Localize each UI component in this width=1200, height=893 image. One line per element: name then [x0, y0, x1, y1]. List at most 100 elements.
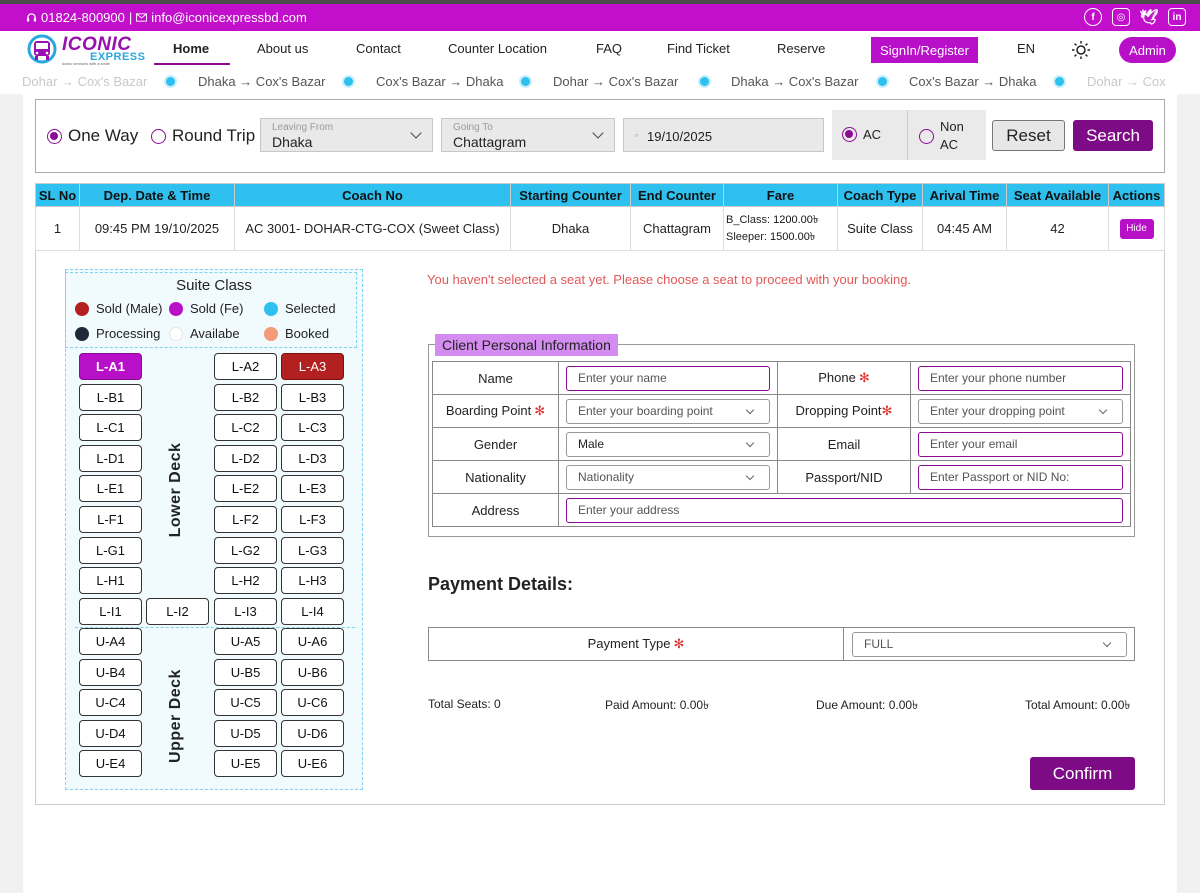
seat-button[interactable]: L-B3: [281, 383, 344, 411]
seat-button[interactable]: U-A6: [281, 628, 344, 655]
ticker-route[interactable]: Dhaka → Cox's Bazar: [198, 74, 325, 89]
signin-register-button[interactable]: SignIn/Register: [871, 37, 978, 63]
seat-button[interactable]: L-I3: [214, 597, 277, 625]
dropping-point-select[interactable]: Enter your dropping point: [918, 398, 1123, 424]
gender-select[interactable]: Male: [566, 431, 770, 457]
seat-button[interactable]: L-A3: [281, 353, 344, 380]
nationality-cell: Nationality: [558, 460, 778, 494]
one-way-radio[interactable]: One Way: [47, 126, 138, 146]
reset-button[interactable]: Reset: [992, 120, 1065, 151]
seat-button[interactable]: L-G2: [214, 536, 277, 564]
phone-contact[interactable]: 01824-800900: [26, 10, 125, 25]
seat-button[interactable]: L-F3: [281, 506, 344, 533]
name-cell: Enter your name: [558, 361, 778, 395]
seat-button[interactable]: U-E6: [281, 750, 344, 778]
ticker-route[interactable]: Cox's Bazar → Dhaka: [909, 74, 1036, 89]
nav-faq[interactable]: FAQ: [596, 41, 622, 56]
name-input[interactable]: Enter your name: [566, 365, 770, 391]
seat-button[interactable]: L-G3: [281, 536, 344, 564]
seat-button[interactable]: L-D2: [214, 444, 277, 472]
nav-home[interactable]: Home: [173, 41, 209, 56]
seat-button[interactable]: L-I4: [281, 597, 344, 625]
nav-reserve[interactable]: Reserve: [777, 41, 825, 56]
nav-find-ticket[interactable]: Find Ticket: [667, 41, 730, 56]
language-selector[interactable]: EN: [1017, 41, 1035, 56]
seat-button[interactable]: U-A4: [79, 628, 142, 655]
seat-button[interactable]: U-D5: [214, 719, 277, 747]
seat-button[interactable]: L-C2: [214, 414, 277, 442]
boarding-point-select[interactable]: Enter your boarding point: [566, 398, 770, 424]
ac-radio[interactable]: AC: [842, 127, 881, 142]
ticker-dot-icon: [344, 77, 353, 86]
seat-button[interactable]: L-E3: [281, 475, 344, 503]
ticker-route[interactable]: Dohar → Cox's Bazar: [553, 74, 678, 89]
linkedin-icon[interactable]: in: [1168, 8, 1186, 26]
seat-button[interactable]: U-A5: [214, 628, 277, 655]
seat-button[interactable]: L-C1: [79, 414, 142, 442]
seat-button[interactable]: U-D4: [79, 719, 142, 747]
seat-button[interactable]: L-I1: [79, 597, 142, 625]
seat-button[interactable]: L-H3: [281, 567, 344, 595]
seat-button[interactable]: U-E4: [79, 750, 142, 778]
seat-button[interactable]: L-E2: [214, 475, 277, 503]
seat-button[interactable]: U-E5: [214, 750, 277, 778]
brand-logo[interactable]: ICONIC EXPRESS iconic services with a sm…: [24, 33, 145, 67]
travel-date-value: 19/10/2025: [647, 129, 713, 144]
seat-button[interactable]: U-C5: [214, 689, 277, 717]
payment-type-select[interactable]: FULL: [852, 632, 1127, 657]
confirm-button[interactable]: Confirm: [1030, 757, 1135, 790]
seat-button[interactable]: L-E1: [79, 475, 142, 503]
passport-input[interactable]: Enter Passport or NID No:: [918, 464, 1123, 490]
seat-button[interactable]: U-B6: [281, 658, 344, 686]
seat-button[interactable]: L-A1: [79, 353, 142, 380]
instagram-icon[interactable]: ◎: [1112, 8, 1130, 26]
email-label: Email: [777, 427, 911, 461]
ticker-route[interactable]: Dohar → Cox's Bazar: [22, 74, 147, 89]
facebook-icon[interactable]: f: [1084, 8, 1102, 26]
email-contact[interactable]: info@iconicexpressbd.com: [136, 10, 307, 25]
leaving-from-value: Dhaka: [272, 134, 313, 150]
round-trip-radio[interactable]: Round Trip: [151, 126, 255, 146]
phone-input[interactable]: Enter your phone number: [918, 365, 1123, 391]
seat-button[interactable]: L-D3: [281, 444, 344, 472]
seat-button[interactable]: L-G1: [79, 536, 142, 564]
seat-button[interactable]: U-B4: [79, 658, 142, 686]
nav-counter-location[interactable]: Counter Location: [448, 41, 547, 56]
search-button[interactable]: Search: [1073, 120, 1153, 151]
seat-button[interactable]: L-H2: [214, 567, 277, 595]
email-input[interactable]: Enter your email: [918, 431, 1123, 457]
travel-date-input[interactable]: ▫ 19/10/2025: [623, 118, 824, 152]
seat-button[interactable]: L-D1: [79, 444, 142, 472]
client-info-table: Name Enter your name Phone ✻ Enter your p…: [432, 361, 1131, 527]
seat-button[interactable]: L-F2: [214, 506, 277, 533]
table-row[interactable]: 1 09:45 PM 19/10/2025 AC 3001- DOHAR-CTG…: [35, 206, 1165, 251]
address-input[interactable]: Enter your address: [566, 497, 1123, 523]
nav-about[interactable]: About us: [257, 41, 308, 56]
twitter-icon[interactable]: 🕊: [1139, 8, 1158, 26]
seat-button[interactable]: L-C3: [281, 414, 344, 442]
ticker-route[interactable]: Cox's Bazar → Dhaka: [376, 74, 503, 89]
seat-button[interactable]: U-C4: [79, 689, 142, 717]
nationality-select[interactable]: Nationality: [566, 464, 770, 490]
seat-button[interactable]: L-B1: [79, 383, 142, 411]
sun-icon[interactable]: [1071, 40, 1091, 60]
seat-button[interactable]: L-B2: [214, 383, 277, 411]
ticker-route[interactable]: Dohar → Cox: [1087, 74, 1166, 89]
non-ac-radio[interactable]: Non AC: [919, 118, 964, 154]
fare-b-value: 1200.00৳: [773, 213, 819, 226]
leaving-from-select[interactable]: Leaving From Dhaka: [260, 118, 433, 152]
col-coach-type: Coach Type: [837, 183, 923, 207]
seat-button[interactable]: L-H1: [79, 567, 142, 595]
seat-button[interactable]: L-A2: [214, 353, 277, 380]
ticker-route[interactable]: Dhaka → Cox's Bazar: [731, 74, 858, 89]
admin-button[interactable]: Admin: [1119, 37, 1176, 63]
seat-button[interactable]: U-C6: [281, 689, 344, 717]
seat-button[interactable]: U-B5: [214, 658, 277, 686]
seat-button[interactable]: U-D6: [281, 719, 344, 747]
nav-contact[interactable]: Contact: [356, 41, 401, 56]
seat-button[interactable]: L-I2: [146, 597, 209, 625]
seat-button[interactable]: L-F1: [79, 506, 142, 533]
hide-button[interactable]: Hide: [1119, 218, 1154, 239]
radio-unchecked-icon: [151, 128, 166, 144]
going-to-select[interactable]: Going To Chattagram: [441, 118, 615, 152]
